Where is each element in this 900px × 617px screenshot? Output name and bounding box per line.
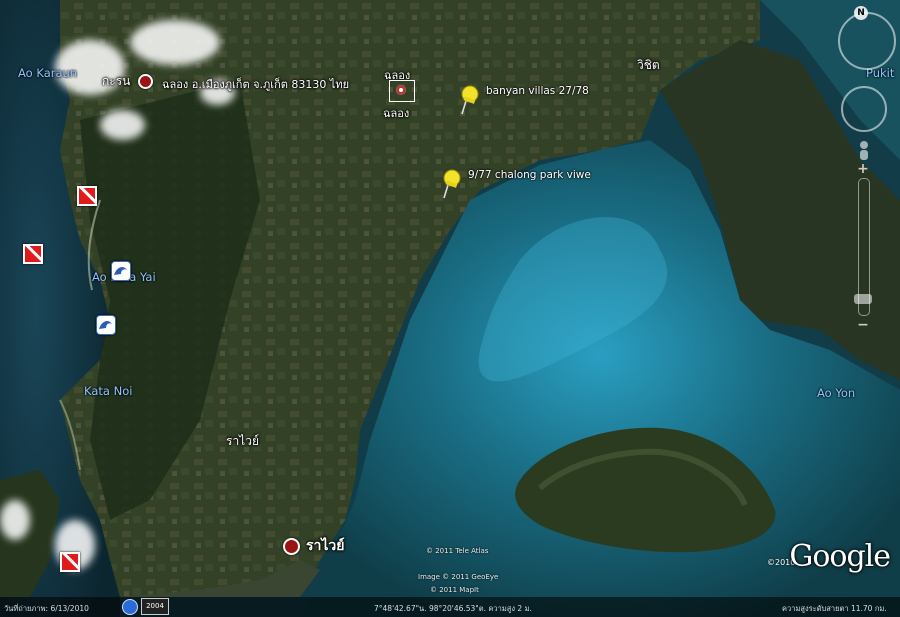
zoom-in-button[interactable]: + xyxy=(856,162,870,176)
cloud xyxy=(100,110,145,140)
pin-label-banyan-villas: banyan villas 27/78 xyxy=(486,85,589,97)
town-marker-karon[interactable] xyxy=(138,74,153,89)
label-ao-yon: Ao Yon xyxy=(817,386,856,400)
surf-spot-icon[interactable] xyxy=(111,261,131,281)
address-search-result-marker[interactable] xyxy=(389,80,415,102)
zoom-slider-thumb[interactable] xyxy=(854,294,872,304)
eye-altitude: ความสูงระดับสายตา 11.70 กม. xyxy=(782,604,887,613)
cloud xyxy=(130,20,220,65)
dive-site-icon[interactable] xyxy=(77,186,97,206)
pin-label-chalong-park: 9/77 chalong park viwe xyxy=(468,169,591,181)
pushpin-icon[interactable] xyxy=(455,84,481,116)
look-control[interactable] xyxy=(838,12,896,70)
imagery-date: วันที่ถ่ายภาพ: 6/13/2010 xyxy=(4,604,89,613)
label-wichit: วิชิต xyxy=(637,58,660,72)
wave-icon xyxy=(99,321,112,329)
dive-site-icon[interactable] xyxy=(60,552,80,572)
satellite-imagery xyxy=(0,0,900,617)
pointer-coordinates: 7°48'42.67"น. 98°20'46.53"ต. ความสูง 2 ม… xyxy=(374,604,532,613)
pushpin-icon[interactable] xyxy=(437,168,463,200)
attribution-geoeye: Image © 2011 GeoEye xyxy=(418,573,499,581)
surf-spot-icon[interactable] xyxy=(96,315,116,335)
wave-icon xyxy=(114,267,127,275)
label-chalong-address: ฉลอง อ.เมืองภูเก็ต จ.ภูเก็ต 83130 ไทย xyxy=(162,78,350,91)
zoom-out-button[interactable]: − xyxy=(856,318,870,332)
label-chalong-bottom: ฉลอง xyxy=(383,107,410,120)
move-control[interactable] xyxy=(841,86,887,132)
historical-imagery-year[interactable]: 2004 xyxy=(141,598,169,615)
attribution-mapit: © 2011 MapIt xyxy=(430,586,479,594)
north-indicator-icon[interactable]: N xyxy=(854,6,868,20)
town-marker-rawai[interactable] xyxy=(283,538,300,555)
target-icon xyxy=(396,85,406,95)
satellite-map[interactable]: Ao Karaun Ao Kata Yai Kata Noi Ao Yon Pu… xyxy=(0,0,900,617)
label-karon: กะรน xyxy=(102,74,131,88)
dive-site-icon[interactable] xyxy=(23,244,43,264)
label-rawai-upper: ราไวย์ xyxy=(226,434,259,448)
label-ao-karon: Ao Karaun xyxy=(18,66,78,80)
google-logo: Google xyxy=(789,539,891,574)
cloud xyxy=(0,500,30,540)
attribution-tele-atlas: © 2011 Tele Atlas xyxy=(426,547,489,555)
tour-play-icon[interactable] xyxy=(122,599,138,615)
label-kata-noi: Kata Noi xyxy=(84,384,133,398)
label-rawai-lower: ราไวย์ xyxy=(306,538,345,554)
